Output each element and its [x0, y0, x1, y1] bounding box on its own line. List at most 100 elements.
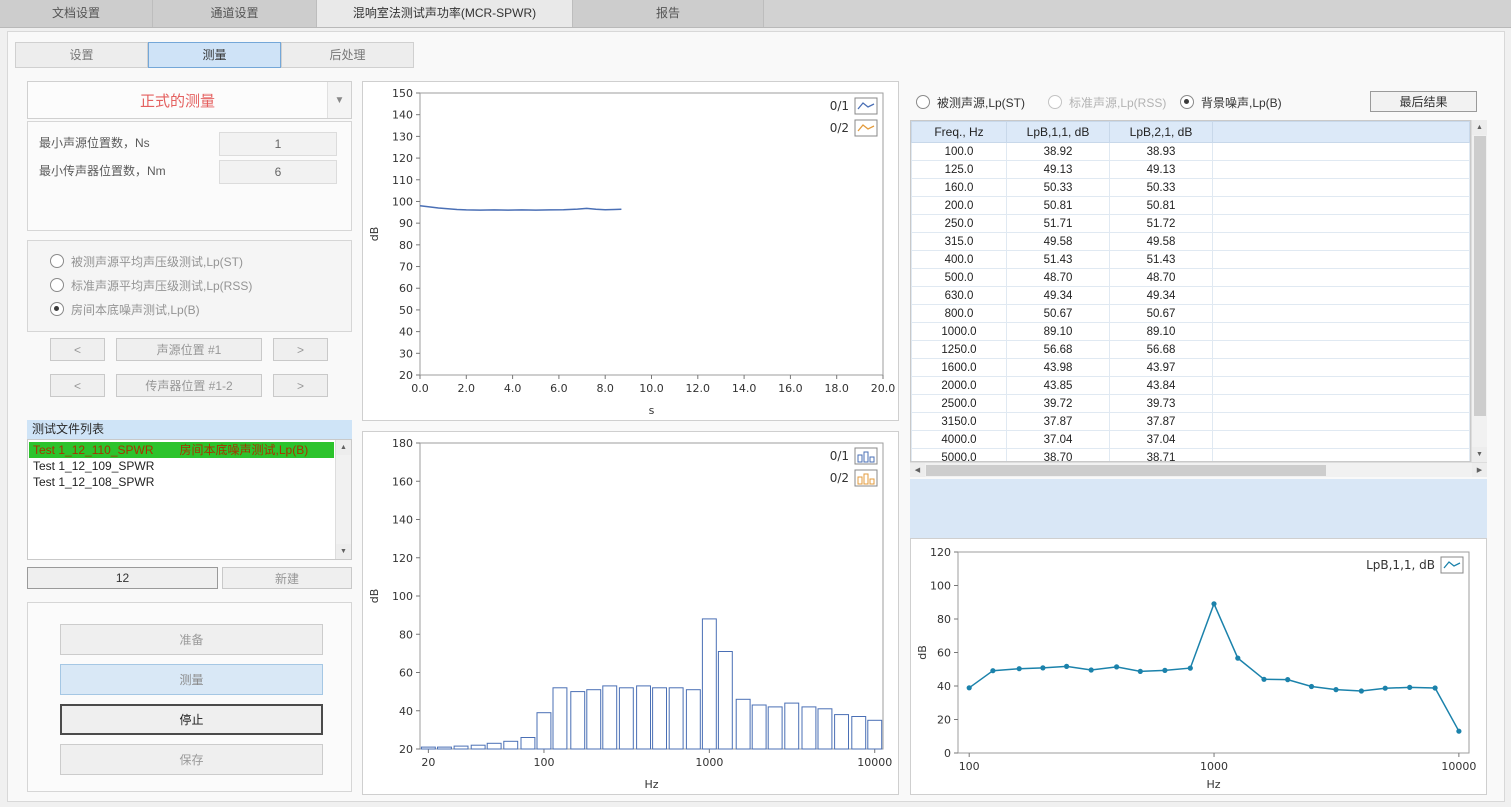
top-tab-1[interactable]: 通道设置 [153, 0, 317, 27]
test-type-radio-2[interactable]: 房间本底噪声测试,Lp(B) [50, 297, 351, 321]
top-tab-3[interactable]: 报告 [573, 0, 764, 27]
svg-text:0/2: 0/2 [830, 121, 849, 135]
min-source-positions-input[interactable] [219, 132, 337, 156]
stop-button[interactable]: 停止 [60, 704, 323, 735]
table-hscrollbar[interactable]: ◀ ▶ [910, 462, 1487, 477]
chevron-down-icon[interactable]: ▼ [327, 82, 351, 118]
table-header-cell[interactable]: LpB,2,1, dB [1110, 122, 1213, 143]
table-row[interactable]: 4000.037.0437.04 [912, 431, 1470, 449]
table-cell: 1000.0 [912, 323, 1007, 341]
list-item[interactable]: Test 1_12_110_SPWR房间本底噪声测试,Lp(B) [29, 442, 334, 458]
result-source-radio-1[interactable]: 标准声源,Lp(RSS) [1048, 92, 1166, 112]
scroll-left-icon[interactable]: ◀ [910, 463, 925, 477]
scroll-down-icon[interactable]: ▼ [1472, 447, 1487, 462]
result-source-radio-0[interactable]: 被测声源,Lp(ST) [916, 92, 1025, 112]
svg-text:0/1: 0/1 [830, 449, 849, 463]
file-list-scrollbar[interactable]: ▲ ▼ [335, 440, 351, 559]
table-row[interactable]: 5000.038.7038.71 [912, 449, 1470, 463]
table-cell: 37.04 [1007, 431, 1110, 449]
tab-postprocess[interactable]: 后处理 [281, 42, 414, 68]
radio-icon[interactable] [50, 278, 64, 292]
table-row[interactable]: 2500.039.7239.73 [912, 395, 1470, 413]
counter-button[interactable]: 12 [27, 567, 218, 589]
svg-text:20.0: 20.0 [871, 382, 896, 395]
tab-measure[interactable]: 测量 [148, 42, 281, 68]
scroll-up-icon[interactable]: ▲ [336, 440, 351, 455]
scroll-down-icon[interactable]: ▼ [336, 544, 351, 559]
table-header-cell[interactable]: Freq., Hz [912, 122, 1007, 143]
top-tab-0[interactable]: 文档设置 [0, 0, 153, 27]
scroll-right-icon[interactable]: ▶ [1472, 463, 1487, 477]
table-row[interactable]: 1000.089.1089.10 [912, 323, 1470, 341]
table-vscrollbar[interactable]: ▲ ▼ [1471, 120, 1487, 462]
table-header-cell[interactable]: LpB,1,1, dB [1007, 122, 1110, 143]
table-row[interactable]: 400.051.4351.43 [912, 251, 1470, 269]
table-cell: 50.67 [1110, 305, 1213, 323]
table-row[interactable]: 3150.037.8737.87 [912, 413, 1470, 431]
hscroll-thumb[interactable] [926, 465, 1326, 476]
scroll-up-icon[interactable]: ▲ [1472, 120, 1487, 135]
table-cell [1213, 179, 1470, 197]
cpb-spectrum-chart: 2040608010012014016018020100100010000dBH… [364, 433, 897, 796]
table-row[interactable]: 125.049.1349.13 [912, 161, 1470, 179]
table-cell [1213, 161, 1470, 179]
file-listbox[interactable]: Test 1_12_110_SPWR房间本底噪声测试,Lp(B)Test 1_1… [27, 439, 352, 560]
table-row[interactable]: 315.049.5849.58 [912, 233, 1470, 251]
table-cell: 1250.0 [912, 341, 1007, 359]
radio-icon[interactable] [916, 95, 930, 109]
table-row[interactable]: 2000.043.8543.84 [912, 377, 1470, 395]
table-cell: 160.0 [912, 179, 1007, 197]
top-tabbar: 文档设置通道设置混响室法测试声功率(MCR-SPWR)报告 [0, 0, 1511, 28]
measurement-mode-dropdown[interactable]: 正式的测量 ▼ [27, 81, 352, 119]
table-cell: 37.04 [1110, 431, 1213, 449]
svg-text:130: 130 [392, 130, 413, 143]
mic-next-button[interactable]: > [273, 374, 328, 397]
vscroll-thumb[interactable] [1474, 136, 1486, 416]
prepare-button[interactable]: 准备 [60, 624, 323, 655]
list-item[interactable]: Test 1_12_109_SPWR [29, 458, 334, 474]
table-row[interactable]: 250.051.7151.72 [912, 215, 1470, 233]
table-header-cell[interactable] [1213, 122, 1470, 143]
last-result-button[interactable]: 最后结果 [1370, 91, 1477, 112]
list-item[interactable]: Test 1_12_108_SPWR [29, 474, 334, 490]
mic-position-button[interactable]: 传声器位置 #1-2 [116, 374, 262, 397]
table-cell: 400.0 [912, 251, 1007, 269]
table-cell: 89.10 [1110, 323, 1213, 341]
table-cell: 5000.0 [912, 449, 1007, 463]
table-row[interactable]: 1600.043.9843.97 [912, 359, 1470, 377]
table-row[interactable]: 100.038.9238.93 [912, 143, 1470, 161]
top-tab-2[interactable]: 混响室法测试声功率(MCR-SPWR) [317, 0, 573, 27]
svg-text:60: 60 [399, 282, 413, 295]
table-row[interactable]: 630.049.3449.34 [912, 287, 1470, 305]
test-type-radio-2-label: 房间本底噪声测试,Lp(B) [71, 301, 200, 318]
test-type-radio-0[interactable]: 被测声源平均声压级测试,Lp(ST) [50, 249, 351, 273]
result-source-radio-2[interactable]: 背景噪声,Lp(B) [1180, 92, 1282, 112]
radio-icon[interactable] [1180, 95, 1194, 109]
table-row[interactable]: 500.048.7048.70 [912, 269, 1470, 287]
file-name: Test 1_12_109_SPWR [33, 458, 154, 474]
table-cell: 43.84 [1110, 377, 1213, 395]
table-row[interactable]: 160.050.3350.33 [912, 179, 1470, 197]
table-cell: 43.97 [1110, 359, 1213, 377]
min-mic-positions-input[interactable] [219, 160, 337, 184]
table-row[interactable]: 200.050.8150.81 [912, 197, 1470, 215]
table-cell: 51.71 [1007, 215, 1110, 233]
table-cell: 51.72 [1110, 215, 1213, 233]
source-position-button[interactable]: 声源位置 #1 [116, 338, 262, 361]
radio-icon[interactable] [50, 302, 64, 316]
source-prev-button[interactable]: < [50, 338, 105, 361]
new-button[interactable]: 新建 [222, 567, 352, 589]
radio-icon[interactable] [1048, 95, 1062, 109]
table-row[interactable]: 1250.056.6856.68 [912, 341, 1470, 359]
table-cell: 500.0 [912, 269, 1007, 287]
source-next-button[interactable]: > [273, 338, 328, 361]
table-cell: 56.68 [1007, 341, 1110, 359]
table-cell: 43.85 [1007, 377, 1110, 395]
mic-prev-button[interactable]: < [50, 374, 105, 397]
table-row[interactable]: 800.050.6750.67 [912, 305, 1470, 323]
tab-settings[interactable]: 设置 [15, 42, 148, 68]
radio-icon[interactable] [50, 254, 64, 268]
save-button[interactable]: 保存 [60, 744, 323, 775]
measure-button[interactable]: 测量 [60, 664, 323, 695]
test-type-radio-1[interactable]: 标准声源平均声压级测试,Lp(RSS) [50, 273, 351, 297]
